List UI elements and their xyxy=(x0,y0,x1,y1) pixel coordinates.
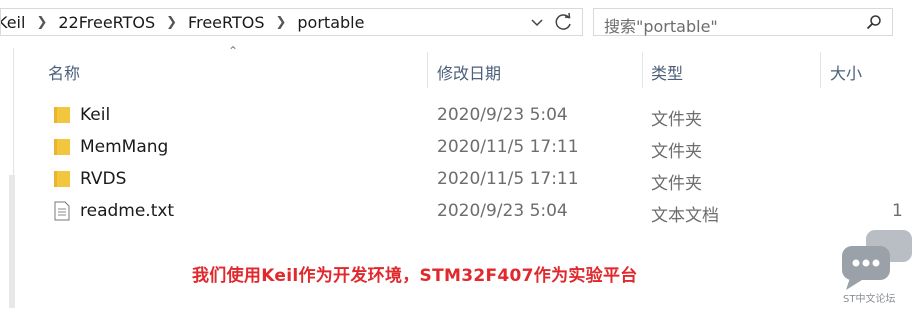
file-row[interactable]: readme.txt 2020/9/23 5:04 文本文档 1 xyxy=(0,196,921,226)
column-header-size[interactable]: 大小 xyxy=(830,60,862,84)
file-name: Keil xyxy=(80,105,111,125)
file-date: 2020/9/23 5:04 xyxy=(437,105,568,125)
folder-icon xyxy=(54,107,70,123)
file-row[interactable]: MemMang 2020/11/5 17:11 文件夹 xyxy=(0,132,921,162)
folder-icon xyxy=(54,171,70,187)
breadcrumb-item-freertos[interactable]: FreeRTOS xyxy=(186,13,266,32)
search-input[interactable]: 搜索"portable" xyxy=(593,8,893,36)
file-type: 文件夹 xyxy=(651,142,702,162)
breadcrumb-item-keil[interactable]: Keil xyxy=(1,13,27,32)
file-date: 2020/11/5 17:11 xyxy=(437,169,579,189)
chevron-down-icon[interactable] xyxy=(529,14,545,30)
column-header-date[interactable]: 修改日期 xyxy=(437,60,501,84)
text-file-icon xyxy=(54,201,70,221)
chevron-right-icon: ❯ xyxy=(275,14,287,30)
file-date: 2020/11/5 17:11 xyxy=(437,137,579,157)
file-type: 文本文档 xyxy=(651,206,719,226)
watermark-text: ST中文论坛 xyxy=(843,294,896,305)
breadcrumb: Keil ❯ 22FreeRTOS ❯ FreeRTOS ❯ portable xyxy=(1,9,526,35)
file-date: 2020/9/23 5:04 xyxy=(437,201,568,221)
file-name: RVDS xyxy=(80,169,127,189)
column-divider[interactable] xyxy=(820,52,821,88)
file-name: MemMang xyxy=(80,137,169,157)
file-type: 文件夹 xyxy=(651,174,702,194)
search-icon[interactable] xyxy=(866,14,882,30)
breadcrumb-item-22freertos[interactable]: 22FreeRTOS xyxy=(56,13,157,32)
file-row[interactable]: RVDS 2020/11/5 17:11 文件夹 xyxy=(0,164,921,194)
column-divider[interactable] xyxy=(427,52,428,88)
column-divider[interactable] xyxy=(642,52,643,88)
file-size: 1 xyxy=(892,201,903,221)
breadcrumb-item-portable[interactable]: portable xyxy=(295,13,366,32)
chevron-right-icon: ❯ xyxy=(36,14,48,30)
refresh-icon[interactable] xyxy=(554,12,574,32)
column-header-type[interactable]: 类型 xyxy=(651,60,683,84)
file-type: 文件夹 xyxy=(651,110,702,130)
annotation-caption: 我们使用Keil作为开发环境，STM32F407作为实验平台 xyxy=(192,266,638,286)
address-bar[interactable]: Keil ❯ 22FreeRTOS ❯ FreeRTOS ❯ portable xyxy=(0,8,583,36)
scrollbar[interactable] xyxy=(9,175,15,308)
folder-icon xyxy=(54,139,70,155)
chevron-right-icon: ❯ xyxy=(166,14,178,30)
search-placeholder: 搜索"portable" xyxy=(604,17,718,36)
sort-up-icon: ⌃ xyxy=(228,44,239,58)
column-header-name[interactable]: 名称 xyxy=(48,60,80,84)
file-name: readme.txt xyxy=(80,201,175,221)
file-row[interactable]: Keil 2020/9/23 5:04 文件夹 xyxy=(0,100,921,130)
